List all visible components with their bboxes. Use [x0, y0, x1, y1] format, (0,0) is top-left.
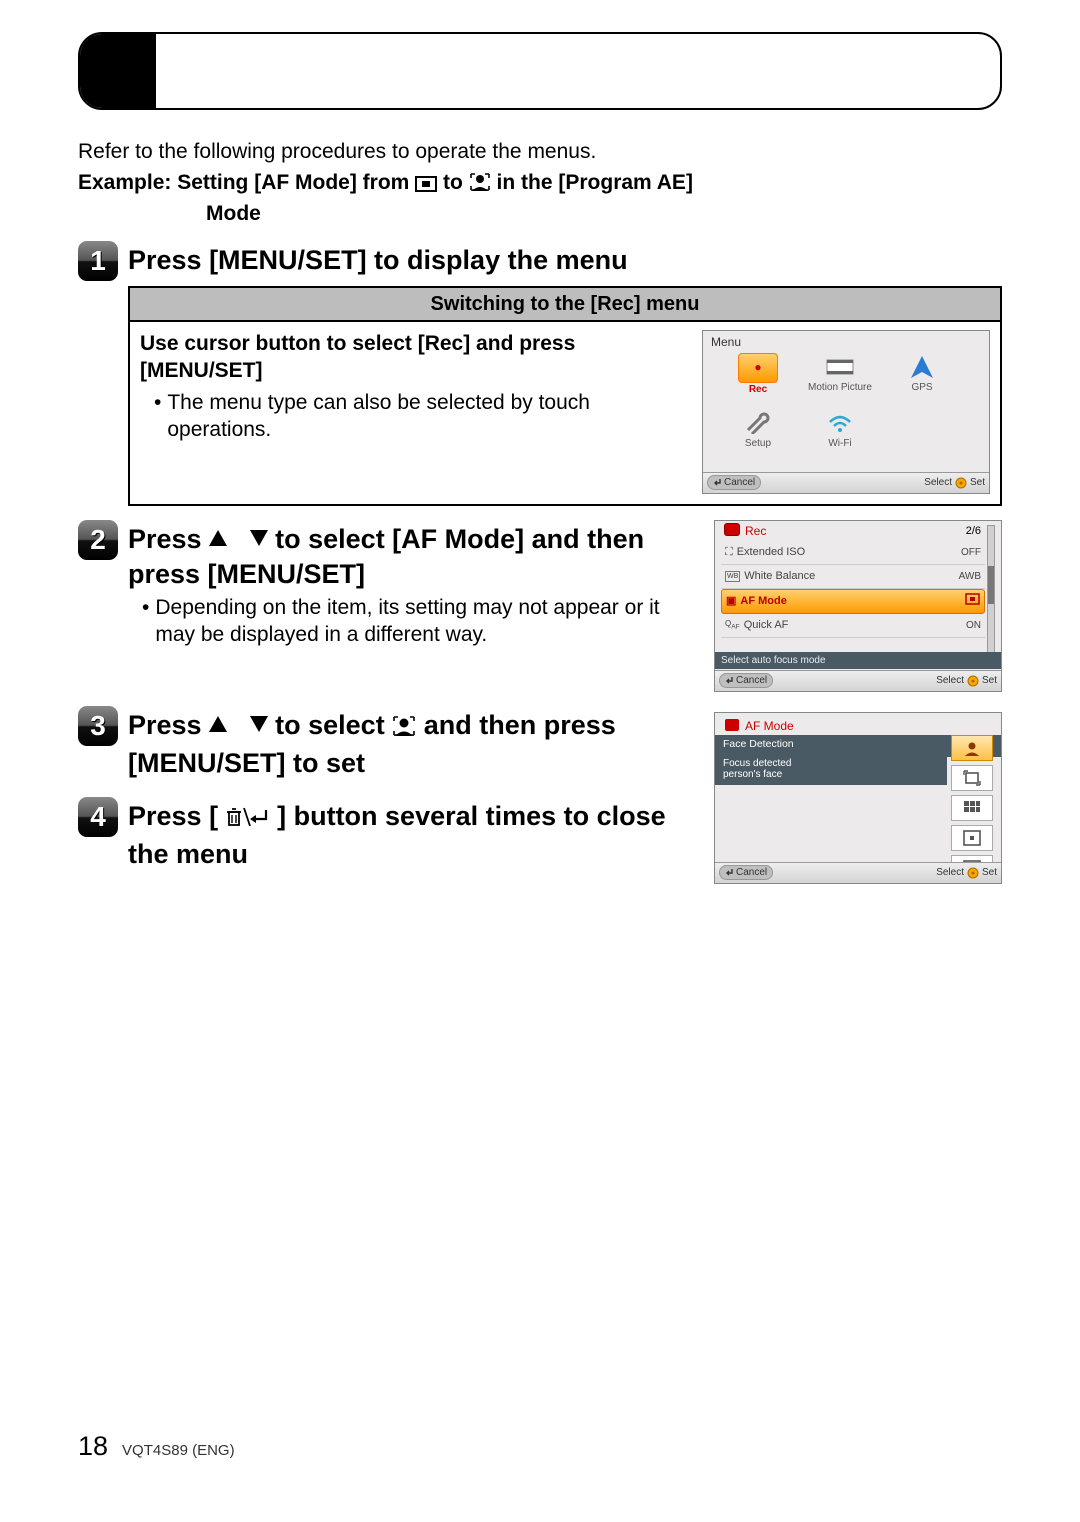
step-1-title: Press [MENU/SET] to display the menu	[128, 243, 1002, 278]
step-4: 4 Press [	[78, 797, 690, 874]
step-2-title: Press to select [AF Mode] and then press…	[128, 522, 690, 592]
triangle-up-icon	[209, 530, 227, 546]
section-title-box: Setting the menu	[78, 32, 1002, 110]
manual-page: Setting the menu Refer to the following …	[0, 0, 1080, 1522]
row-white-balance: WB White BalanceAWB	[721, 565, 985, 589]
step-number-3: 3	[78, 706, 118, 746]
rec-header-icon	[725, 524, 739, 535]
af-single-area-icon	[965, 593, 980, 609]
switching-box-header: Switching to the [Rec] menu	[130, 288, 1000, 322]
face-detect-icon	[392, 711, 416, 746]
lcd2-page: 2/6	[966, 524, 981, 538]
step-4-title: Press [	[128, 799, 690, 872]
qaf-icon: QAF	[725, 619, 740, 632]
page-number: 18	[78, 1429, 108, 1464]
trash-return-icon	[226, 802, 270, 837]
triangle-up-icon	[209, 716, 227, 732]
lcd-rec-list: Rec 2/6 ⛶ Extended ISOOFF WB White Balan…	[714, 520, 1002, 692]
step-2-note: • Depending on the item, its setting may…	[128, 594, 690, 649]
lcd2-select-set: Select Set	[936, 674, 997, 687]
face-detect-icon	[469, 172, 491, 199]
lcd1-cancel: Cancel	[707, 475, 761, 490]
row-extended-iso: ⛶ Extended ISOOFF	[721, 541, 985, 565]
lcd2-header: Rec	[745, 524, 766, 540]
camera-icon: ●	[738, 353, 778, 383]
triangle-down-icon	[250, 530, 268, 546]
step-number-1: 1	[78, 241, 118, 281]
menu-item-setup: Setup	[719, 409, 797, 465]
af-option-face	[951, 735, 993, 761]
wb-icon: WB	[725, 571, 740, 582]
dpad-icon	[955, 477, 967, 489]
af-option-single	[951, 825, 993, 851]
step-number-2: 2	[78, 520, 118, 560]
section-title-tab	[78, 32, 156, 110]
menu-item-motion: Motion Picture	[801, 353, 879, 405]
example-line: Example: Setting [AF Mode] from to in th…	[78, 169, 1002, 199]
lcd2-rows: ⛶ Extended ISOOFF WB White BalanceAWB ▣ …	[721, 541, 985, 638]
af-icon: ▣	[726, 594, 736, 608]
page-footer: 18 VQT4S89 (ENG)	[78, 1429, 235, 1464]
dpad-icon	[967, 867, 979, 879]
lcd1-select-set: Select Set	[924, 476, 985, 489]
iso-icon: ⛶	[725, 545, 733, 559]
af-option-multi	[951, 795, 993, 821]
af-header-icon	[725, 719, 739, 731]
step-2: 2 Press to select [AF Mode] and then pre…	[78, 520, 1002, 692]
dpad-icon	[967, 675, 979, 687]
step-3-title: Press to select and then press [MENU/SET…	[128, 708, 690, 781]
step-number-4: 4	[78, 797, 118, 837]
triangle-down-icon	[250, 716, 268, 732]
switching-box-note: • The menu type can also be selected by …	[140, 389, 690, 444]
lcd2-hint: Select auto focus mode	[715, 652, 1001, 669]
lcd2-scrollbar	[987, 525, 995, 667]
example-line2: Mode	[206, 200, 1002, 227]
lcd3-select-set: Select Set	[936, 866, 997, 879]
step-3: 3 Press to select and then press [MENU/S…	[78, 706, 690, 783]
lcd3-description: Focus detectedperson's face	[715, 757, 947, 785]
row-af-mode: ▣ AF Mode	[721, 589, 985, 614]
lcd3-title: AF Mode	[745, 719, 794, 735]
section-title: Setting the menu	[170, 53, 462, 100]
wrench-icon	[739, 409, 777, 437]
back-arrow-icon	[713, 478, 722, 487]
doc-id: VQT4S89 (ENG)	[122, 1441, 235, 1461]
menu-item-gps: GPS	[883, 353, 961, 405]
lcd1-title: Menu	[711, 335, 741, 351]
lcd2-cancel: Cancel	[719, 673, 773, 688]
switching-box-instruction: Use cursor button to select [Rec] and pr…	[140, 330, 690, 385]
menu-item-wifi: Wi-Fi	[801, 409, 879, 465]
lcd1-bottombar: Cancel Select Set	[703, 472, 989, 493]
af-single-area-icon	[415, 172, 437, 199]
lcd2-bottombar: Cancel Select Set	[715, 670, 1001, 691]
back-arrow-icon	[725, 868, 734, 877]
back-arrow-icon	[725, 676, 734, 685]
menu-item-rec: ● Rec	[719, 353, 797, 405]
lcd-af-mode: AF Mode Face Detection Focus detectedper…	[714, 712, 1002, 884]
gps-icon	[903, 353, 941, 381]
step-1: 1 Press [MENU/SET] to display the menu S…	[78, 241, 1002, 506]
row-quick-af: QAF Quick AFON	[721, 614, 985, 638]
lcd3-cancel: Cancel	[719, 865, 773, 880]
intro-text: Refer to the following procedures to ope…	[78, 138, 1002, 165]
switching-box: Switching to the [Rec] menu Use cursor b…	[128, 286, 1002, 506]
lcd3-bottombar: Cancel Select Set	[715, 862, 1001, 883]
lcd-menu-grid: Menu ● Rec Motion Picture	[702, 330, 990, 494]
af-option-tracking	[951, 765, 993, 791]
wifi-icon	[821, 409, 859, 437]
film-icon	[821, 353, 859, 381]
